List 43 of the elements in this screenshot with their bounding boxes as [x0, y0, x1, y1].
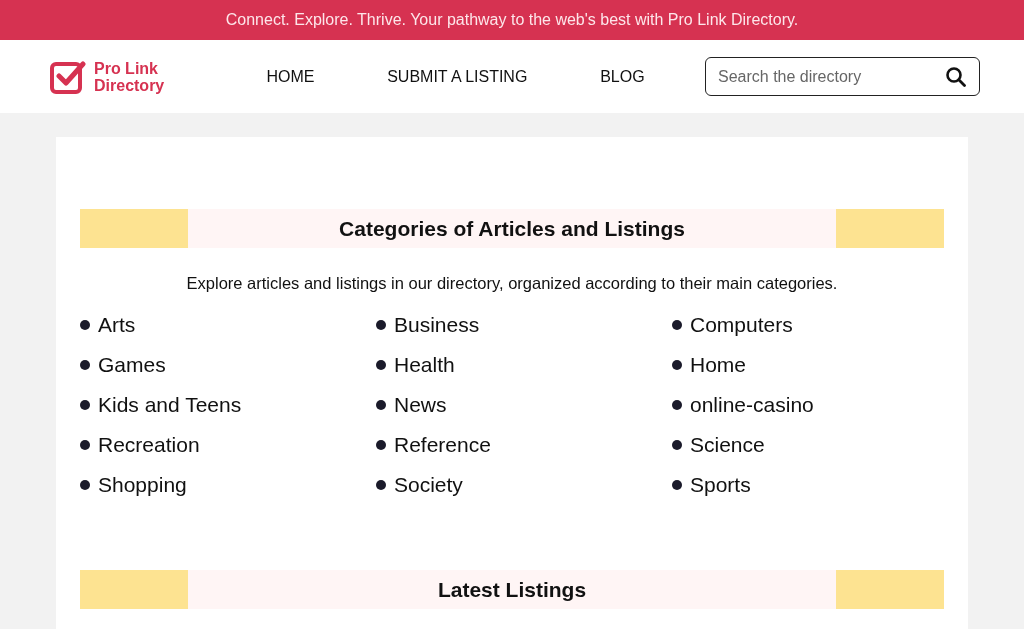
logo-text: Directory: [94, 76, 165, 94]
section-description: Explore articles and listings in our directory, organized according to their main categories.: [185, 274, 839, 293]
category-link[interactable]: Society: [394, 473, 463, 497]
category-link[interactable]: Games: [98, 353, 166, 377]
search-icon[interactable]: [946, 67, 966, 87]
bullet-icon: [80, 440, 90, 450]
bullet-icon: [80, 360, 90, 370]
category-link[interactable]: Computers: [690, 313, 793, 337]
bullet-icon: [672, 320, 682, 330]
category-link[interactable]: Kids and Teens: [98, 393, 242, 417]
bullet-icon: [376, 400, 386, 410]
bullet-icon: [376, 480, 386, 490]
nav-link[interactable]: HOME: [266, 67, 315, 86]
category-link[interactable]: Reference: [394, 433, 491, 457]
section-title: Categories of Articles and Listings: [338, 216, 686, 242]
bullet-icon: [80, 400, 90, 410]
bullet-icon: [672, 360, 682, 370]
category-link[interactable]: Business: [394, 313, 480, 337]
checkbox-icon: [50, 58, 86, 95]
bullet-icon: [80, 320, 90, 330]
category-link[interactable]: News: [394, 393, 447, 417]
logo-text: Pro Link: [94, 59, 159, 77]
category-link[interactable]: Science: [690, 433, 765, 457]
bullet-icon: [80, 480, 90, 490]
category-link[interactable]: Health: [394, 353, 455, 377]
announcement-text: Connect. Explore. Thrive. Your pathway to the web's best with Pro Link Directory.: [225, 11, 799, 29]
nav-link[interactable]: BLOG: [600, 67, 645, 86]
category-link[interactable]: Recreation: [98, 433, 200, 457]
search-field[interactable]: Search the directory: [705, 57, 980, 96]
category-link[interactable]: online-casino: [690, 393, 814, 417]
category-link[interactable]: Sports: [690, 473, 751, 497]
logo[interactable]: Pro Link Directory: [50, 58, 230, 95]
bullet-icon: [672, 400, 682, 410]
bullet-icon: [672, 480, 682, 490]
category-link[interactable]: Home: [690, 353, 747, 377]
bullet-icon: [376, 320, 386, 330]
bullet-icon: [672, 440, 682, 450]
nav-link[interactable]: SUBMIT A LISTING: [387, 67, 528, 86]
section-title: Latest Listings: [436, 577, 588, 603]
bullet-icon: [376, 360, 386, 370]
bullet-icon: [376, 440, 386, 450]
category-link[interactable]: Arts: [98, 313, 136, 337]
category-link[interactable]: Shopping: [98, 473, 187, 497]
